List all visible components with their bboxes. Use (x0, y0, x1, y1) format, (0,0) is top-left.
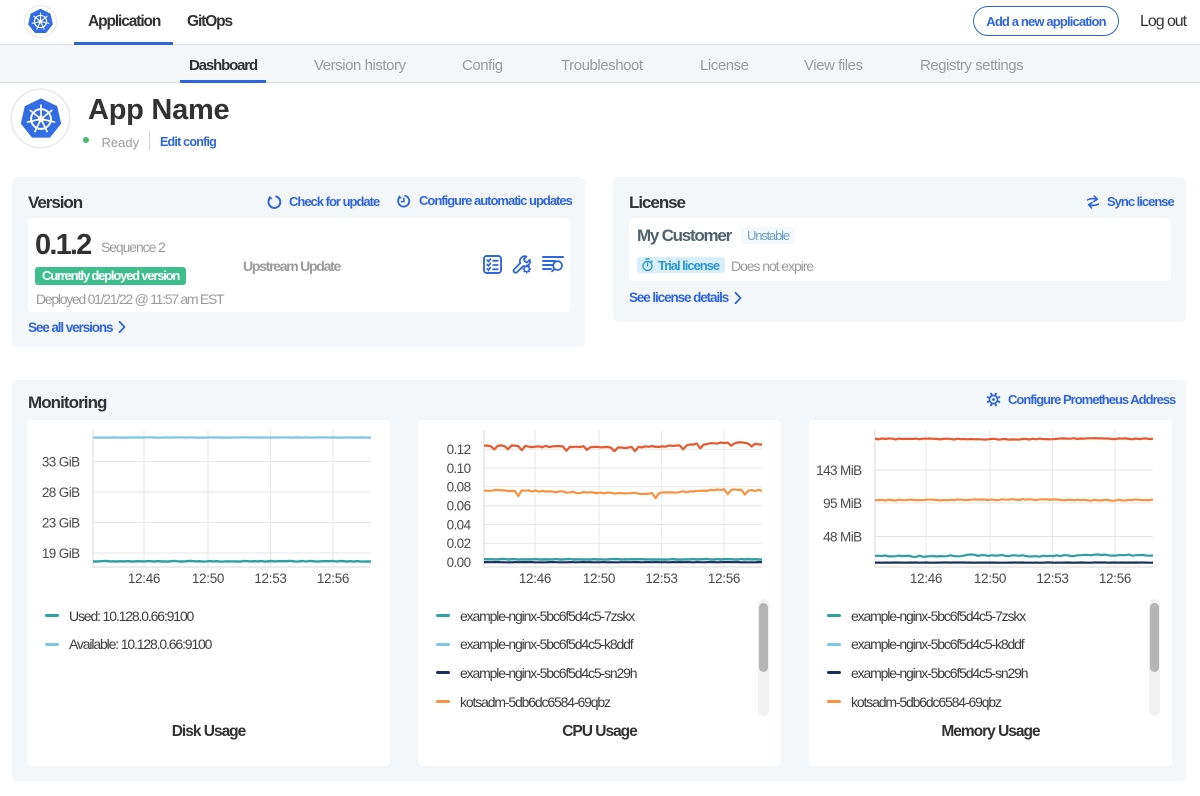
svg-text:0.00: 0.00 (447, 555, 471, 570)
svg-text:23 GiB: 23 GiB (42, 515, 80, 530)
svg-text:0.04: 0.04 (447, 517, 472, 532)
svg-text:143 MiB: 143 MiB (816, 463, 862, 478)
svg-text:12:56: 12:56 (1099, 571, 1131, 586)
svg-text:0.02: 0.02 (447, 536, 471, 551)
svg-text:12:53: 12:53 (1036, 571, 1068, 586)
svg-text:28 GiB: 28 GiB (42, 485, 80, 500)
svg-text:12:50: 12:50 (583, 571, 615, 586)
svg-text:19 GiB: 19 GiB (42, 546, 80, 561)
svg-text:12:50: 12:50 (974, 571, 1006, 586)
svg-text:12:50: 12:50 (192, 571, 224, 586)
svg-text:0.06: 0.06 (447, 499, 471, 514)
svg-text:12:53: 12:53 (645, 571, 677, 586)
svg-text:48 MiB: 48 MiB (823, 529, 862, 544)
svg-text:95 MiB: 95 MiB (823, 496, 862, 511)
svg-text:0.10: 0.10 (447, 461, 471, 476)
svg-text:12:56: 12:56 (317, 571, 349, 586)
svg-text:12:46: 12:46 (519, 571, 551, 586)
svg-text:0.08: 0.08 (447, 480, 471, 495)
svg-text:12:56: 12:56 (708, 571, 740, 586)
svg-text:12:46: 12:46 (128, 571, 160, 586)
svg-text:33 GiB: 33 GiB (42, 454, 80, 469)
svg-text:0.12: 0.12 (447, 442, 471, 457)
svg-text:12:53: 12:53 (254, 571, 286, 586)
svg-text:12:46: 12:46 (910, 571, 942, 586)
